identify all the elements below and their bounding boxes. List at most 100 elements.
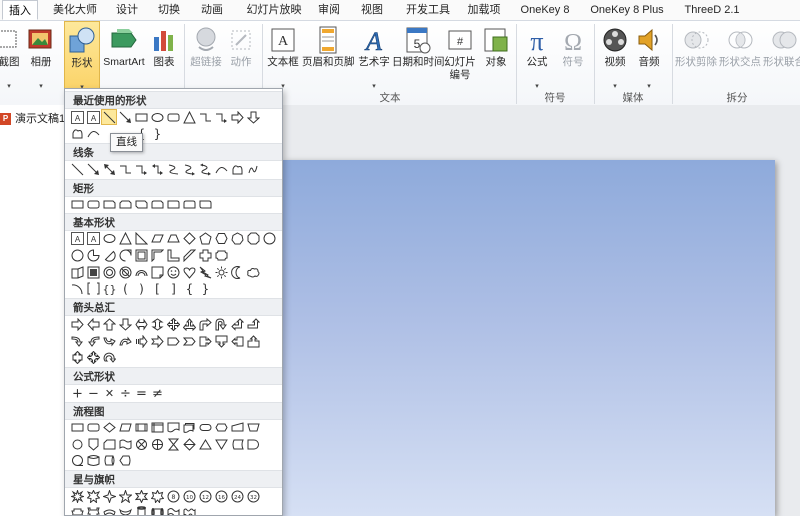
flowchart-magnetic-disk-icon[interactable] bbox=[85, 452, 101, 468]
snip-round-rectangle-icon[interactable] bbox=[149, 196, 165, 212]
double-bracket-shape-icon[interactable] bbox=[85, 280, 101, 296]
smiley-face-shape-icon[interactable] bbox=[165, 264, 181, 280]
bent-arrow-shape-icon[interactable] bbox=[197, 316, 213, 332]
lightning-bolt-shape-icon[interactable] bbox=[197, 264, 213, 280]
right-square-bracket-shape-icon[interactable]: ] bbox=[165, 280, 181, 296]
tab-insert[interactable]: 插入 bbox=[2, 0, 38, 20]
heptagon-shape-icon[interactable] bbox=[229, 230, 245, 246]
star-8-point-icon[interactable]: 8 bbox=[165, 488, 181, 504]
circular-arrow-shape-icon[interactable] bbox=[101, 349, 117, 365]
explosion-2-icon[interactable] bbox=[85, 488, 101, 504]
elbow-arrow-connector-shape-icon[interactable] bbox=[213, 109, 229, 125]
rectangle-shape-icon[interactable] bbox=[133, 109, 149, 125]
plus-shape-icon[interactable]: + bbox=[69, 384, 85, 400]
curved-connector-shape-icon[interactable] bbox=[165, 161, 181, 177]
equal-shape-icon[interactable]: = bbox=[133, 384, 149, 400]
flowchart-collate-icon[interactable] bbox=[165, 436, 181, 452]
left-arrow-shape-icon[interactable] bbox=[85, 316, 101, 332]
down-arrow-shape-icon[interactable] bbox=[245, 109, 261, 125]
folded-corner-shape-icon[interactable] bbox=[149, 264, 165, 280]
equation-button[interactable]: π 公式 ▾ bbox=[520, 21, 554, 90]
half-frame-shape-icon[interactable] bbox=[149, 247, 165, 263]
double-wave-icon[interactable] bbox=[181, 504, 197, 515]
textbox-shape-icon[interactable]: A bbox=[69, 109, 85, 125]
tab-onekey8[interactable]: OneKey 8 bbox=[515, 0, 575, 20]
flowchart-manual-operation-icon[interactable] bbox=[245, 419, 261, 435]
curved-up-arrow-shape-icon[interactable] bbox=[101, 333, 117, 349]
heart-shape-icon[interactable] bbox=[181, 264, 197, 280]
bent-up-arrow-shape-icon[interactable] bbox=[245, 316, 261, 332]
decagon-shape-icon[interactable] bbox=[261, 230, 277, 246]
flowchart-alternate-process-icon[interactable] bbox=[85, 419, 101, 435]
curved-up-ribbon-icon[interactable] bbox=[101, 504, 117, 515]
straight-line-shape-icon[interactable] bbox=[101, 109, 117, 125]
line-shape-icon[interactable] bbox=[69, 161, 85, 177]
triangle-shape-icon[interactable] bbox=[117, 230, 133, 246]
right-arrow-callout-shape-icon[interactable] bbox=[197, 333, 213, 349]
curved-right-arrow-shape-icon[interactable] bbox=[69, 333, 85, 349]
star-5-point-icon[interactable] bbox=[117, 488, 133, 504]
curved-down-arrow-shape-icon[interactable] bbox=[117, 333, 133, 349]
down-arrow-callout-shape-icon[interactable] bbox=[213, 333, 229, 349]
snip-single-corner-rectangle-icon[interactable] bbox=[101, 196, 117, 212]
down-arrow-shape-icon[interactable] bbox=[117, 316, 133, 332]
octagon-shape-icon[interactable] bbox=[245, 230, 261, 246]
header-footer-button[interactable]: 页眉和页脚 bbox=[302, 21, 355, 87]
no-symbol-shape-icon[interactable] bbox=[117, 264, 133, 280]
photo-album-button[interactable]: 相册 ▾ bbox=[26, 21, 56, 90]
hyperlink-button[interactable]: 超链接 bbox=[188, 21, 224, 87]
vertical-scroll-icon[interactable] bbox=[133, 504, 149, 515]
parallelogram-shape-icon[interactable] bbox=[149, 230, 165, 246]
plaque-shape-icon[interactable] bbox=[213, 247, 229, 263]
curved-left-arrow-shape-icon[interactable] bbox=[85, 333, 101, 349]
flowchart-delay-icon[interactable] bbox=[245, 436, 261, 452]
hexagon-shape-icon[interactable] bbox=[213, 230, 229, 246]
flowchart-preparation-icon[interactable] bbox=[213, 419, 229, 435]
tab-view[interactable]: 视图 bbox=[357, 0, 387, 20]
quad-arrow-callout-shape-icon[interactable] bbox=[85, 349, 101, 365]
chart-button[interactable]: 图表 bbox=[148, 21, 180, 87]
double-brace-shape-icon[interactable]: {} bbox=[101, 280, 117, 296]
left-right-up-arrow-shape-icon[interactable] bbox=[181, 316, 197, 332]
slide-number-button[interactable]: # 幻灯片 编号 bbox=[440, 21, 480, 87]
horizontal-scroll-icon[interactable] bbox=[149, 504, 165, 515]
symbol-button[interactable]: Ω 符号 bbox=[556, 21, 590, 87]
not-equal-shape-icon[interactable]: ≠ bbox=[149, 384, 165, 400]
star-24-point-icon[interactable]: 24 bbox=[229, 488, 245, 504]
star-16-point-icon[interactable]: 16 bbox=[213, 488, 229, 504]
star-10-point-icon[interactable]: 10 bbox=[181, 488, 197, 504]
striped-right-arrow-shape-icon[interactable] bbox=[133, 333, 149, 349]
video-button[interactable]: 视频 ▾ bbox=[598, 21, 632, 90]
left-up-arrow-shape-icon[interactable] bbox=[229, 316, 245, 332]
shapes-button[interactable]: 形状 ▾ bbox=[64, 21, 100, 91]
oval-shape-icon[interactable] bbox=[101, 230, 117, 246]
oval-shape-icon[interactable] bbox=[149, 109, 165, 125]
datetime-button[interactable]: 5 日期和时间 bbox=[392, 21, 445, 87]
flowchart-merge-icon[interactable] bbox=[213, 436, 229, 452]
document-tab[interactable]: P 演示文稿1 bbox=[0, 110, 65, 128]
vertical-textbox-shape-icon[interactable]: A bbox=[85, 230, 101, 246]
divide-shape-icon[interactable]: ÷ bbox=[117, 384, 133, 400]
trapezoid-shape-icon[interactable] bbox=[165, 230, 181, 246]
tab-transitions[interactable]: 切换 bbox=[154, 0, 184, 20]
left-curly-brace-shape-icon[interactable]: { bbox=[181, 280, 197, 296]
tab-addins[interactable]: 加载项 bbox=[463, 0, 505, 20]
tab-animations[interactable]: 动画 bbox=[197, 0, 227, 20]
round-same-side-rectangle-icon[interactable] bbox=[181, 196, 197, 212]
rectangle-shape-icon[interactable] bbox=[69, 196, 85, 212]
curve-shape-icon[interactable] bbox=[85, 125, 101, 141]
cloud-shape-icon[interactable] bbox=[245, 264, 261, 280]
elbow-arrow-connector-shape-icon[interactable] bbox=[133, 161, 149, 177]
triangle-shape-icon[interactable] bbox=[181, 109, 197, 125]
star-6-point-icon[interactable] bbox=[133, 488, 149, 504]
curve-shape-icon[interactable] bbox=[213, 161, 229, 177]
flowchart-document-icon[interactable] bbox=[165, 419, 181, 435]
explosion-1-icon[interactable] bbox=[69, 488, 85, 504]
left-square-bracket-shape-icon[interactable]: [ bbox=[149, 280, 165, 296]
tab-slideshow[interactable]: 幻灯片放映 bbox=[242, 0, 306, 20]
round-single-corner-rectangle-icon[interactable] bbox=[165, 196, 181, 212]
flowchart-direct-access-storage-icon[interactable] bbox=[101, 452, 117, 468]
flowchart-manual-input-icon[interactable] bbox=[229, 419, 245, 435]
quad-arrow-shape-icon[interactable] bbox=[165, 316, 181, 332]
frame-shape-icon[interactable] bbox=[133, 247, 149, 263]
